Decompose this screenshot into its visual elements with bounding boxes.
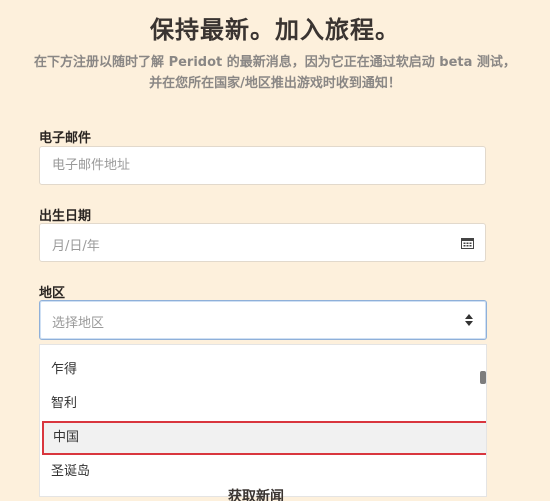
region-option-chile[interactable]: 智利 [40, 387, 480, 421]
region-option-china[interactable]: 中国 [42, 421, 486, 455]
page-title: 保持最新。加入旅程。 [150, 16, 400, 44]
partial-footer-text: 获取新闻 [228, 489, 284, 501]
region-label: 地区 [39, 286, 66, 301]
dropdown-scrollbar[interactable] [480, 371, 486, 384]
page-subtitle: 在下方注册以随时了解 Peridot 的最新消息，因为它正在通过软启动 beta… [34, 55, 516, 91]
region-dropdown-list[interactable]: 乍得 智利 中国 圣诞岛 [39, 344, 487, 497]
birthdate-field[interactable]: 月/日/年 [39, 223, 486, 262]
region-select[interactable]: 选择地区 [39, 300, 487, 340]
birthdate-label: 出生日期 [39, 209, 92, 224]
birthdate-placeholder: 月/日/年 [52, 239, 100, 254]
region-placeholder: 选择地区 [52, 316, 105, 331]
email-field[interactable] [40, 147, 485, 184]
calendar-icon[interactable] [461, 237, 474, 249]
region-option-christmas-island[interactable]: 圣诞岛 [40, 455, 480, 489]
email-label: 电子邮件 [39, 131, 92, 146]
sort-arrows-icon [465, 314, 473, 326]
email-field-container [39, 146, 486, 185]
region-option-chad[interactable]: 乍得 [40, 353, 480, 387]
